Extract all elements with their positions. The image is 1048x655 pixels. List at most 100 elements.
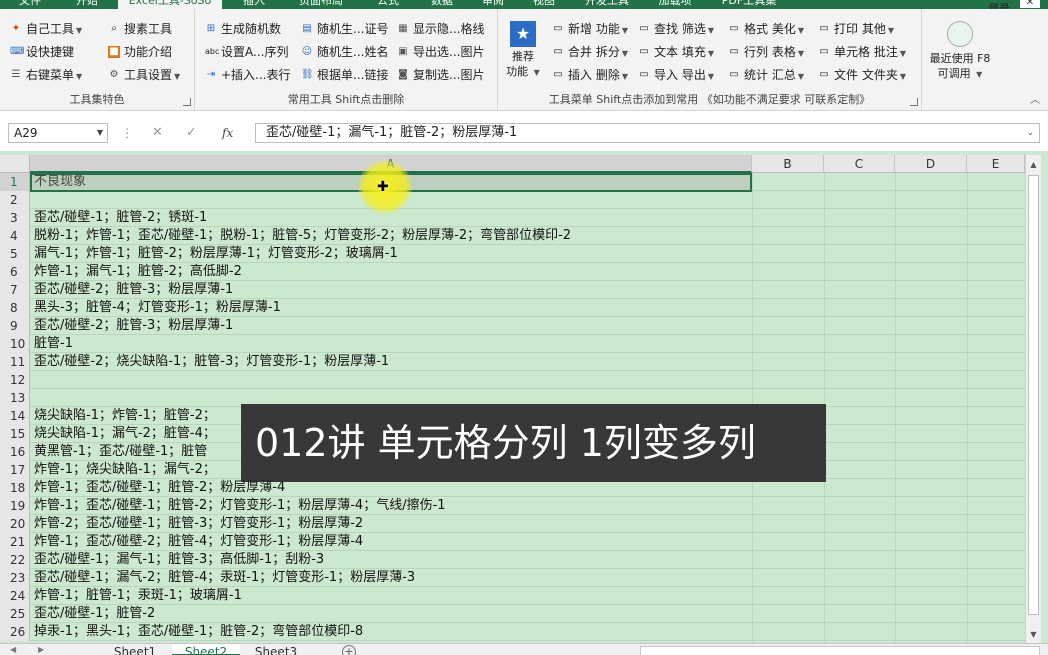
row-header[interactable]: 25 <box>0 605 30 623</box>
column-header-e[interactable]: E <box>967 155 1025 173</box>
import-export-menu[interactable]: ▭ 导入 导出 ▼ <box>636 65 714 85</box>
row-header[interactable]: 15 <box>0 425 30 443</box>
table-row[interactable]: 11 歪芯/碰壁-2；烧尖缺陷-1；脏管-3；灯管变形-1；粉层厚薄-1 <box>0 353 1025 371</box>
cell-a[interactable]: 烧尖缺陷-1；炸管-1；脏管-2； <box>34 407 216 425</box>
table-row[interactable]: 8 黑头-3；脏管-4；灯管变形-1；粉层厚薄-1 <box>0 299 1025 317</box>
tab-1[interactable]: 开始 <box>62 0 112 9</box>
table-row[interactable]: 3 歪芯/碰壁-1；脏管-2；锈斑-1 <box>0 209 1025 227</box>
cell-a[interactable]: 歪芯/碰壁-2；烧尖缺陷-1；脏管-3；灯管变形-1；粉层厚薄-1 <box>34 353 389 371</box>
cell-a[interactable]: 黑头-3；脏管-4；灯管变形-1；粉层厚薄-1 <box>34 299 281 317</box>
tab-10[interactable]: 加载项 <box>644 0 706 9</box>
cell-a[interactable]: 炸管-1；烧尖缺陷-1；漏气-2； <box>34 461 216 479</box>
cell-a[interactable]: 歪芯/碰壁-1；漏气-2；脏管-4；汞斑-1；灯管变形-1；粉层厚薄-3 <box>34 569 415 587</box>
tab-0[interactable]: 文件 <box>4 0 56 9</box>
export-image-button[interactable]: ▣ 导出选...图片 <box>395 42 484 62</box>
name-box[interactable]: A29 ▼ <box>8 123 108 143</box>
row-header[interactable]: 24 <box>0 587 30 605</box>
cell-comment-menu[interactable]: ▭ 单元格 批注 ▼ <box>816 42 906 62</box>
scroll-thumb[interactable] <box>1028 175 1039 615</box>
row-header[interactable]: 10 <box>0 335 30 353</box>
context-menu-button[interactable]: ☰ 右键菜单 ▼ <box>8 65 83 85</box>
table-row[interactable]: 7 歪芯/碰壁-2；脏管-3；粉层厚薄-1 <box>0 281 1025 299</box>
row-header[interactable]: 16 <box>0 443 30 461</box>
column-header-c[interactable]: C <box>824 155 895 173</box>
vertical-scrollbar[interactable]: ▲ ▼ <box>1025 155 1041 643</box>
recent-used-button[interactable]: 最近使用 F8 可调用 ▼ <box>922 21 998 82</box>
row-header[interactable]: 19 <box>0 497 30 515</box>
tab-11[interactable]: PDF工具集 <box>712 0 786 9</box>
select-all-corner[interactable] <box>0 155 30 173</box>
cell-a[interactable]: 歪芯/碰壁-2；脏管-3；粉层厚薄-1 <box>34 317 233 335</box>
row-header[interactable]: 26 <box>0 623 30 641</box>
table-row[interactable]: 25 歪芯/碰壁-1；脏管-2 <box>0 605 1025 623</box>
tab-6[interactable]: 数据 <box>418 0 466 9</box>
row-header[interactable]: 21 <box>0 533 30 551</box>
print-other-menu[interactable]: ▭ 打印 其他 ▼ <box>816 19 894 39</box>
cell-a[interactable]: 黄黑管-1；歪芯/碰壁-1；脏管 <box>34 443 207 461</box>
cell-a[interactable]: 歪芯/碰壁-1；脏管-2；锈斑-1 <box>34 209 207 227</box>
row-header[interactable]: 5 <box>0 245 30 263</box>
file-folder-menu[interactable]: ▭ 文件 文件夹 ▼ <box>816 65 906 85</box>
close-icon[interactable]: ✕ <box>1020 0 1040 8</box>
row-header[interactable]: 6 <box>0 263 30 281</box>
insert-function-icon[interactable]: fx <box>222 123 233 143</box>
row-header[interactable]: 20 <box>0 515 30 533</box>
tab-3[interactable]: 插入 <box>226 0 282 9</box>
row-header[interactable]: 7 <box>0 281 30 299</box>
row-header[interactable]: 18 <box>0 479 30 497</box>
stats-summary-menu[interactable]: ▭ 统计 汇总 ▼ <box>726 65 804 85</box>
cell-a[interactable]: 歪芯/碰壁-2；脏管-3；粉层厚薄-1 <box>34 281 233 299</box>
table-row[interactable]: 21 炸管-1；歪芯/碰壁-2；脏管-4；灯管变形-1；粉层厚薄-4 <box>0 533 1025 551</box>
row-header[interactable]: 12 <box>0 371 30 389</box>
merge-split-menu[interactable]: ▭ 合并 拆分 ▼ <box>550 42 628 62</box>
chevron-down-icon[interactable]: ▼ <box>97 124 103 142</box>
tab-4[interactable]: 页面布局 <box>286 0 356 9</box>
add-sheet-icon[interactable]: + <box>342 645 356 655</box>
row-header[interactable]: 22 <box>0 551 30 569</box>
row-header[interactable]: 23 <box>0 569 30 587</box>
find-filter-menu[interactable]: ▭ 查找 筛选 ▼ <box>636 19 714 39</box>
scroll-up-icon[interactable]: ▲ <box>1026 157 1041 173</box>
tab-7[interactable]: 审阅 <box>470 0 516 9</box>
tab-5[interactable]: 公式 <box>362 0 414 9</box>
table-row[interactable]: 22 歪芯/碰壁-1；漏气-1；脏管-3；高低脚-1；刮粉-3 <box>0 551 1025 569</box>
tool-settings-button[interactable]: ⚙ 工具设置 ▼ <box>106 65 181 85</box>
expand-formula-icon[interactable]: ⌄ <box>1026 124 1034 142</box>
collapse-ribbon-icon[interactable]: ︿ <box>1030 91 1040 106</box>
table-row[interactable]: 5 漏气-1；炸管-1；脏管-2；粉层厚薄-1；灯管变形-2；玻璃屑-1 <box>0 245 1025 263</box>
worksheet-grid[interactable]: A B C D E 1不良现象23歪芯/碰壁-1；脏管-2；锈斑-14脱粉-1；… <box>0 151 1048 643</box>
table-row[interactable]: 24 炸管-1；脏管-1；汞斑-1；玻璃屑-1 <box>0 587 1025 605</box>
cell-a[interactable]: 炸管-1；歪芯/碰壁-2；脏管-4；灯管变形-1；粉层厚薄-4 <box>34 533 363 551</box>
row-header[interactable]: 4 <box>0 227 30 245</box>
formula-input[interactable]: 歪芯/碰壁-1；漏气-1；脏管-2；粉层厚薄-1 ⌄ <box>255 123 1040 143</box>
search-tools-button[interactable]: ⌕ 搜素工具 <box>106 19 172 39</box>
scroll-down-icon[interactable]: ▼ <box>1026 627 1041 643</box>
confirm-icon[interactable]: ✓ <box>186 123 197 143</box>
self-tools-button[interactable]: ✦ 自己工具 ▼ <box>8 19 82 39</box>
tab-2[interactable]: Excel工具-SoSo <box>118 0 222 9</box>
row-header[interactable]: 14 <box>0 407 30 425</box>
row-header[interactable]: 2 <box>0 191 30 209</box>
cell-a[interactable]: 漏气-1；炸管-1；脏管-2；粉层厚薄-1；灯管变形-2；玻璃屑-1 <box>34 245 398 263</box>
random-name-button[interactable]: ☺ 随机生...姓名 <box>299 42 389 62</box>
tab-8[interactable]: 视图 <box>520 0 568 9</box>
next-sheet-icon[interactable]: ▶ <box>38 644 44 655</box>
recommended-features-button[interactable]: ★ 推荐 功能 ▼ <box>504 21 542 80</box>
cell-a[interactable]: 炸管-1；脏管-1；汞斑-1；玻璃屑-1 <box>34 587 242 605</box>
insert-delete-menu[interactable]: ▭ 插入 删除 ▼ <box>550 65 628 85</box>
table-row[interactable]: 23 歪芯/碰壁-1；漏气-2；脏管-4；汞斑-1；灯管变形-1；粉层厚薄-3 <box>0 569 1025 587</box>
login-link[interactable]: 登录 <box>988 0 1010 9</box>
dialog-launcher-icon[interactable] <box>183 98 191 106</box>
table-row[interactable]: 10 脏管-1 <box>0 335 1025 353</box>
sheet-tab-1[interactable]: Sheet1 <box>100 644 170 655</box>
row-header[interactable]: 9 <box>0 317 30 335</box>
row-header[interactable]: 8 <box>0 299 30 317</box>
row-header[interactable]: 13 <box>0 389 30 407</box>
column-header-b[interactable]: B <box>752 155 824 173</box>
cell-a[interactable]: 掉汞-1；黑头-1；歪芯/碰壁-1；脏管-2；弯管部位模印-8 <box>34 623 363 641</box>
cell-a[interactable]: 炸管-2；歪芯/碰壁-1；脏管-3；灯管变形-1；粉层厚薄-2 <box>34 515 363 533</box>
new-feature-menu[interactable]: ▭ 新增 功能 ▼ <box>550 19 628 39</box>
table-row[interactable]: 12 <box>0 371 1025 389</box>
cell-a[interactable]: 歪芯/碰壁-1；脏管-2 <box>34 605 155 623</box>
cell-a[interactable]: 炸管-1；歪芯/碰壁-1；脏管-2；灯管变形-1；粉层厚薄-4；气线/擦伤-1 <box>34 497 446 515</box>
